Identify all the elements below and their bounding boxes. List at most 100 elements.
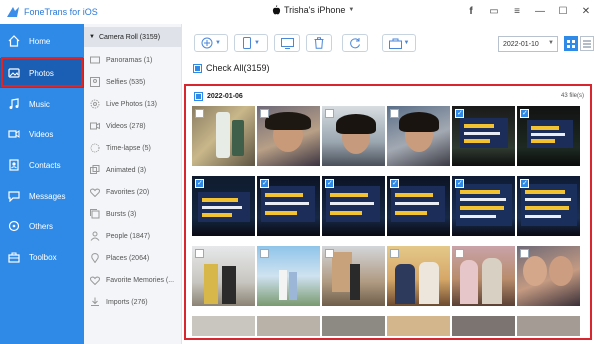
photo-checkbox[interactable] [260,179,269,188]
selfie-icon [90,77,100,87]
messages-icon [7,189,21,203]
photo-thumbnail[interactable] [192,106,255,166]
photo-thumbnail[interactable] [192,316,255,336]
burst-icon [90,209,100,219]
photo-checkbox[interactable] [455,179,464,188]
device-selector[interactable]: Trisha's iPhone ▼ [272,5,354,15]
photo-thumbnail[interactable] [517,246,580,306]
minimize-icon[interactable]: — [534,5,546,17]
photo-thumbnail[interactable] [192,246,255,306]
photo-checkbox[interactable] [260,249,269,258]
album-item-people[interactable]: People (1847) [84,225,182,247]
album-label: Live Photos (13) [106,100,157,108]
album-item-favorites[interactable]: Favorites (20) [84,181,182,203]
group-header[interactable]: 2022-01-06 [194,92,243,101]
maximize-icon[interactable]: ☐ [557,5,569,17]
photo-thumbnail[interactable] [387,106,450,166]
album-item-selfies[interactable]: Selfies (535) [84,71,182,93]
chevron-down-icon: ▼ [348,7,355,13]
more-toolbox-button[interactable]: ▼ [382,34,416,52]
refresh-button[interactable] [342,34,368,52]
sidebar-item-label: Home [29,36,51,46]
photo-thumbnail[interactable] [257,106,320,166]
toolbox-icon [7,250,21,264]
sidebar-item-contacts[interactable]: Contacts [0,150,84,180]
album-item-live-photos[interactable]: Live Photos (13) [84,93,182,115]
add-button[interactable]: ▼ [194,34,228,52]
sidebar-item-music[interactable]: Music [0,89,84,119]
album-item-panoramas[interactable]: Panoramas (1) [84,49,182,71]
panorama-icon [90,55,100,65]
sidebar-item-label: Others [29,221,54,231]
list-view-icon [583,40,591,47]
photo-checkbox[interactable] [195,109,204,118]
photo-thumbnail[interactable] [257,316,320,336]
photo-checkbox[interactable] [520,179,529,188]
sidebar-item-videos[interactable]: Videos [0,119,84,149]
photo-thumbnail[interactable] [322,246,385,306]
add-icon [201,37,213,49]
photo-checkbox[interactable] [520,249,529,258]
album-item-time-lapse[interactable]: Time-lapse (5) [84,137,182,159]
photo-thumbnail[interactable] [387,246,450,306]
photo-thumbnail[interactable] [517,176,580,236]
photo-thumbnail[interactable] [322,106,385,166]
photo-checkbox[interactable] [390,249,399,258]
facebook-icon[interactable]: f [465,5,477,17]
photo-thumbnail[interactable] [192,176,255,236]
menu-icon[interactable]: ≡ [511,5,523,17]
refresh-icon [350,38,360,49]
photo-checkbox[interactable] [520,109,529,118]
album-label: Bursts (3) [106,210,137,218]
photo-checkbox[interactable] [390,109,399,118]
close-icon[interactable]: ✕ [580,5,592,17]
album-item-places[interactable]: Places (2064) [84,247,182,269]
photo-thumbnail[interactable] [387,176,450,236]
feedback-icon[interactable]: ▭ [488,5,500,17]
album-label: Imports (276) [106,298,148,306]
album-item-videos[interactable]: Videos (278) [84,115,182,137]
sidebar-item-toolbox[interactable]: Toolbox [0,242,84,272]
sidebar-item-others[interactable]: Others [0,211,84,241]
album-item-favorite-memories[interactable]: Favorite Memories (... [84,269,182,291]
chevron-down-icon: ▼ [548,40,554,46]
photo-checkbox[interactable] [455,109,464,118]
photo-checkbox[interactable] [325,249,334,258]
photo-thumbnail[interactable] [452,316,515,336]
home-icon [7,34,21,48]
export-to-device-button[interactable]: ▼ [234,34,268,52]
list-view-button[interactable] [580,36,594,51]
sidebar-item-home[interactable]: Home [0,26,84,56]
photo-thumbnail[interactable] [517,316,580,336]
camera-roll-label: Camera Roll (3159) [98,33,161,41]
photo-thumbnail[interactable] [452,246,515,306]
check-all-checkbox[interactable]: Check All(3159) [193,63,270,73]
photo-thumbnail[interactable] [322,176,385,236]
photo-thumbnail[interactable] [452,106,515,166]
camera-roll-header[interactable]: ▼ Camera Roll (3159) [84,27,182,47]
grid-view-button[interactable] [564,36,578,51]
delete-button[interactable] [306,34,332,52]
export-to-pc-button[interactable] [274,34,300,52]
photo-checkbox[interactable] [195,249,204,258]
photo-checkbox[interactable] [195,179,204,188]
toolbar: ▼ ▼ ▼ 2022-01-10 ▼ [182,24,600,60]
photo-checkbox[interactable] [325,179,334,188]
photo-checkbox[interactable] [455,249,464,258]
album-item-bursts[interactable]: Bursts (3) [84,203,182,225]
album-item-imports[interactable]: Imports (276) [84,291,182,313]
photo-group: 2022-01-06 43 file(s) [184,84,592,340]
photo-thumbnail[interactable] [257,176,320,236]
sidebar-item-messages[interactable]: Messages [0,181,84,211]
date-filter-select[interactable]: 2022-01-10 ▼ [498,36,558,52]
photo-thumbnail[interactable] [322,316,385,336]
photo-thumbnail[interactable] [517,106,580,166]
album-item-animated[interactable]: Animated (3) [84,159,182,181]
photo-thumbnail[interactable] [387,316,450,336]
music-icon [7,97,21,111]
photo-thumbnail[interactable] [452,176,515,236]
photo-checkbox[interactable] [325,109,334,118]
photo-checkbox[interactable] [390,179,399,188]
photo-checkbox[interactable] [260,109,269,118]
photo-thumbnail[interactable] [257,246,320,306]
